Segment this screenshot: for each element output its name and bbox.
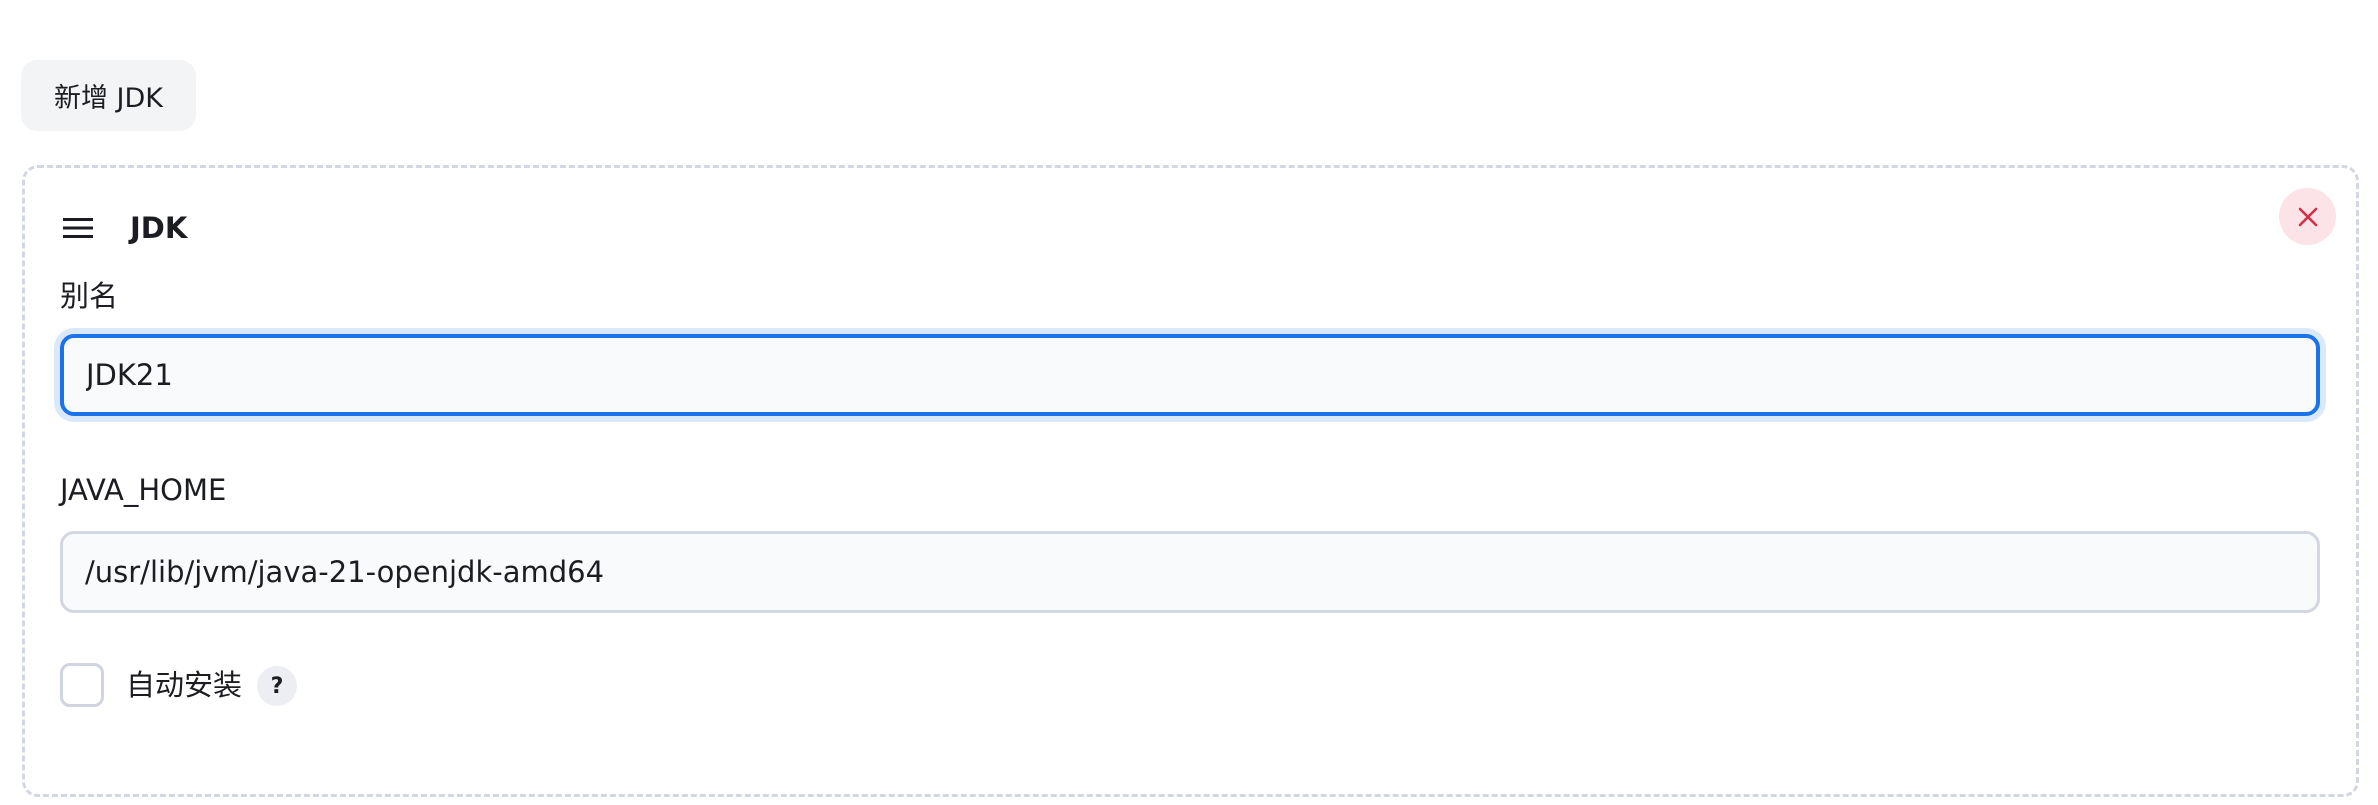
alias-label: 别名: [60, 279, 119, 313]
java-home-label: JAVA_HOME: [60, 473, 227, 507]
delete-jdk-button[interactable]: [2279, 188, 2336, 245]
close-icon: [2298, 207, 2317, 226]
help-icon[interactable]: ?: [257, 666, 297, 706]
java-home-input[interactable]: [60, 531, 2320, 613]
panel-title: JDK: [130, 211, 188, 245]
auto-install-checkbox[interactable]: [60, 663, 104, 707]
drag-handle-icon[interactable]: [61, 215, 95, 241]
alias-input[interactable]: [60, 334, 2320, 416]
auto-install-label[interactable]: 自动安装: [126, 665, 242, 705]
jdk-installation-panel: JDK 别名 JAVA_HOME 自动安装 ?: [22, 165, 2359, 797]
add-jdk-button[interactable]: 新增 JDK: [21, 60, 196, 131]
